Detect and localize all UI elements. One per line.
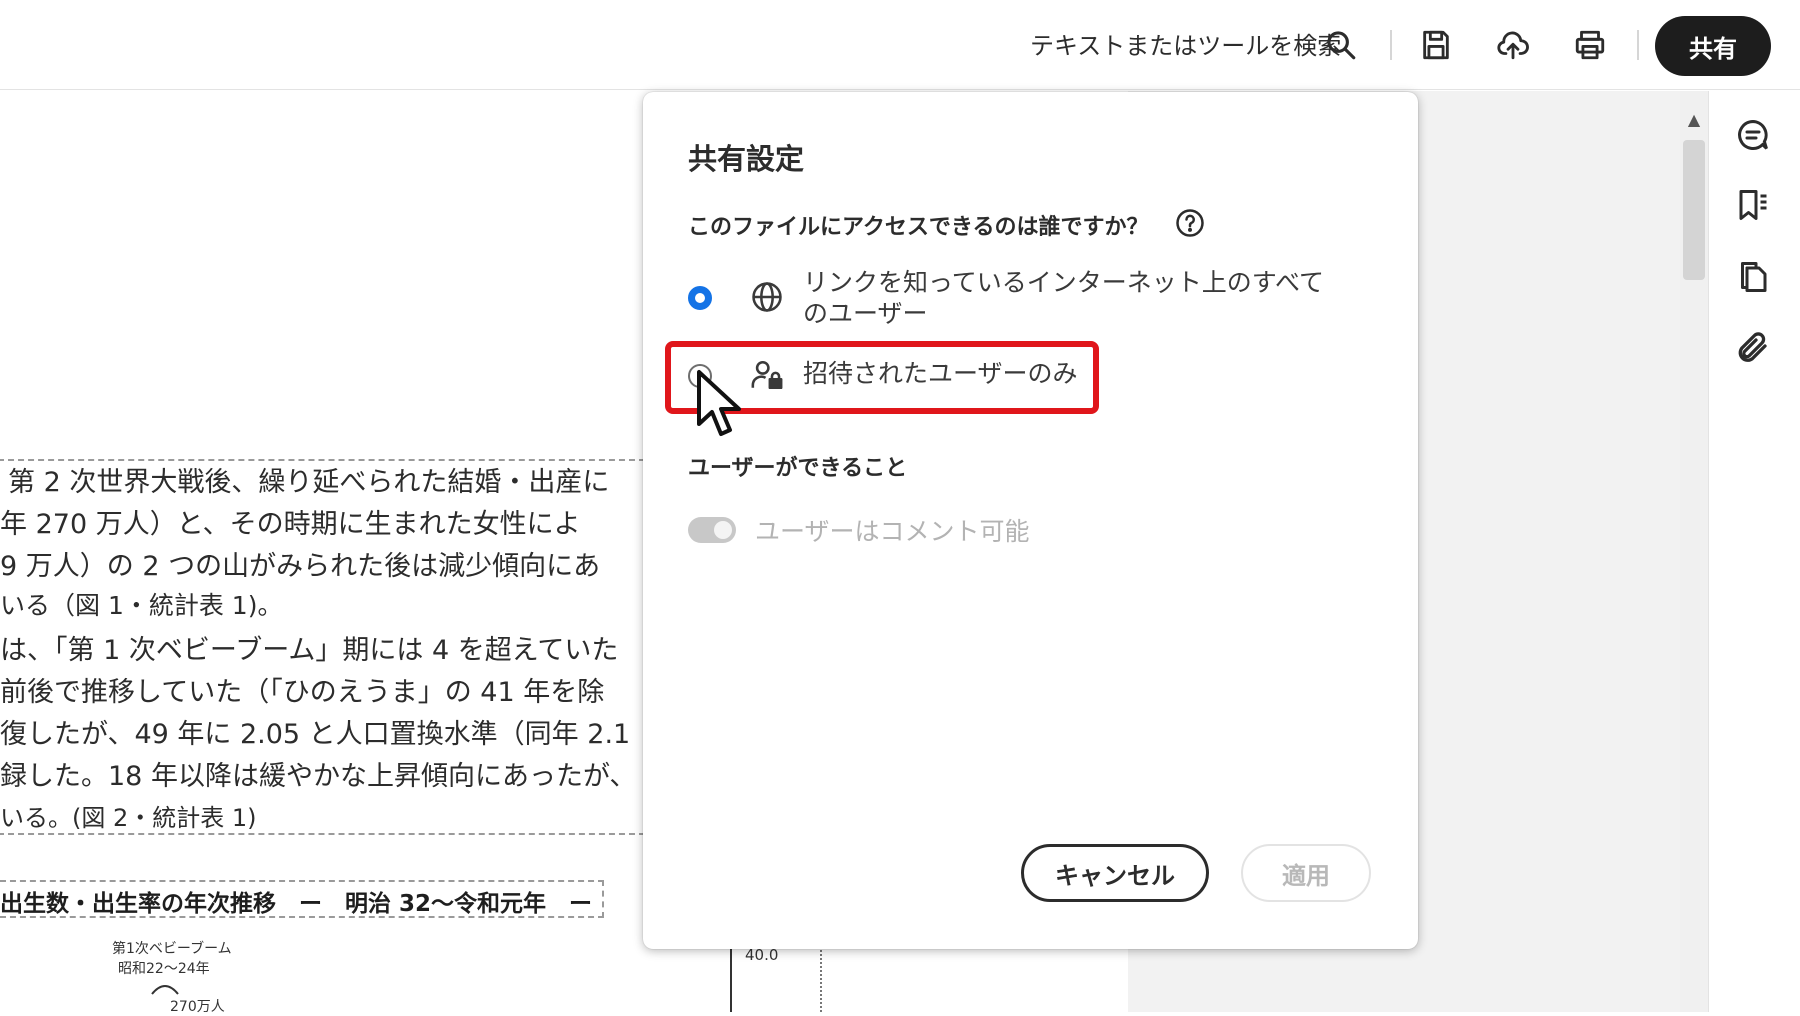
- doc-line: 9 万人）の 2 つの山がみられた後は減少傾向にあ: [0, 551, 601, 582]
- toggle-knob: [714, 521, 732, 539]
- comment-icon[interactable]: [1735, 117, 1771, 153]
- help-icon[interactable]: [1175, 208, 1205, 238]
- toolbar-divider: [1390, 30, 1392, 60]
- doc-line: 年 270 万人）と、その時期に生まれた女性によ: [0, 509, 581, 540]
- apply-button[interactable]: 適用: [1241, 844, 1371, 902]
- doc-line: いる（図 1・統計表 1)。: [0, 591, 283, 620]
- comment-toggle-label: ユーザーはコメント可能: [755, 517, 1030, 546]
- save-icon[interactable]: [1417, 26, 1455, 64]
- share-settings-dialog: 共有設定 このファイルにアクセスできるのは誰ですか？ リンクを知っているインター…: [643, 92, 1418, 949]
- pages-icon[interactable]: [1735, 259, 1771, 295]
- scroll-thumb[interactable]: [1683, 140, 1705, 280]
- doc-line: いる。(図 2・統計表 1): [0, 804, 257, 832]
- globe-icon: [752, 282, 782, 312]
- scroll-up-icon[interactable]: ▲: [1684, 110, 1704, 130]
- bookmark-icon[interactable]: [1735, 187, 1771, 223]
- top-toolbar: テキストまたはツールを検索 共有: [0, 0, 1800, 90]
- doc-line: 前後で推移していた（「ひのえうま」の 41 年を除: [0, 677, 605, 708]
- search-tools-label[interactable]: テキストまたはツールを検索: [1030, 30, 1341, 62]
- doc-line: 復したが、49 年に 2.05 と人口置換水準（同年 2.1: [0, 719, 631, 750]
- figure-annotation: 270万人: [170, 999, 225, 1015]
- peak-marker-icon: [151, 985, 179, 995]
- comment-toggle[interactable]: [688, 517, 736, 543]
- print-icon[interactable]: [1571, 26, 1609, 64]
- figure-title: 出生数・出生率の年次推移 ー 明治 32〜令和元年 ー: [0, 880, 605, 918]
- right-rail: [1708, 91, 1800, 1012]
- figure-annotation: 昭和22〜24年: [118, 961, 210, 977]
- dialog-title: 共有設定: [688, 142, 805, 176]
- cancel-button[interactable]: キャンセル: [1021, 844, 1209, 902]
- share-button[interactable]: 共有: [1655, 16, 1771, 76]
- access-question: このファイルにアクセスできるのは誰ですか？: [688, 215, 1149, 240]
- doc-line: は、「第 1 次ベビーブーム」期には 4 を超えていた: [0, 635, 619, 666]
- figure-annotation: 第1次ベビーブーム: [112, 941, 232, 957]
- search-icon[interactable]: [1322, 26, 1360, 64]
- permissions-heading: ユーザーができること: [688, 456, 908, 481]
- radio-anyone-with-link[interactable]: [688, 286, 712, 310]
- mouse-cursor-icon: [697, 370, 741, 436]
- doc-line: 録した。18 年以降は緩やかな上昇傾向にあったが、: [0, 761, 637, 792]
- toolbar-divider: [1637, 30, 1639, 60]
- attachment-icon[interactable]: [1735, 331, 1771, 367]
- cloud-upload-icon[interactable]: [1494, 26, 1532, 64]
- doc-line: 第 2 次世界大戦後、繰り延べられた結婚・出産に: [8, 467, 610, 498]
- option-anyone-label[interactable]: リンクを知っているインターネット上のすべてのユーザー: [803, 267, 1343, 329]
